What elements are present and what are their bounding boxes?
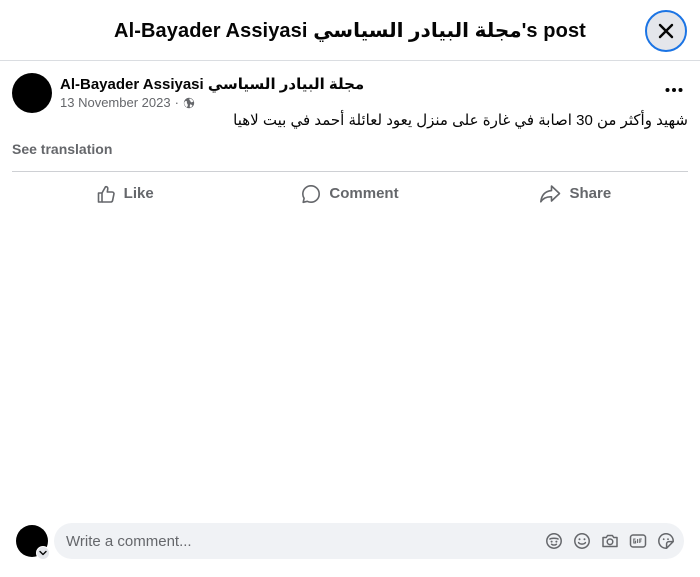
chevron-down-icon	[39, 550, 47, 556]
meta-separator: ·	[174, 95, 179, 110]
more-horizontal-icon	[665, 88, 683, 92]
like-button[interactable]: Like	[12, 172, 237, 213]
post-actions-bar: Like Comment Share	[12, 171, 688, 213]
comment-tools	[544, 531, 676, 551]
emoji-icon	[574, 533, 590, 549]
avatar-sticker-icon	[546, 533, 562, 549]
avatar-sticker-button[interactable]	[544, 531, 564, 551]
photo-button[interactable]	[600, 531, 620, 551]
gif-icon	[629, 534, 647, 548]
gif-button[interactable]	[628, 531, 648, 551]
post-date[interactable]: 13 November 2023	[60, 95, 171, 110]
share-arrow-icon	[540, 184, 561, 203]
comment-bubble-icon	[302, 184, 321, 203]
sticker-icon	[658, 533, 674, 549]
comment-input[interactable]	[66, 523, 526, 559]
more-options-button[interactable]	[660, 79, 688, 101]
author-avatar[interactable]	[12, 73, 52, 113]
profile-switcher-button[interactable]	[36, 546, 50, 560]
thumbs-up-icon	[97, 185, 115, 203]
sticker-button[interactable]	[656, 531, 676, 551]
share-button[interactable]: Share	[463, 172, 688, 213]
comment-composer	[16, 523, 684, 560]
camera-icon	[602, 534, 618, 548]
globe-icon	[183, 97, 195, 108]
dialog-title: Al-Bayader Assiyasi مجلة البيادر السياسي…	[114, 20, 586, 42]
close-icon	[658, 23, 674, 39]
dialog-header: Al-Bayader Assiyasi مجلة البيادر السياسي…	[0, 0, 700, 61]
comment-button[interactable]: Comment	[237, 172, 462, 213]
close-button[interactable]	[645, 10, 687, 52]
see-translation-link[interactable]: See translation	[12, 141, 112, 157]
comment-label: Comment	[329, 185, 399, 202]
post-meta: 13 November 2023 ·	[60, 95, 195, 110]
author-name[interactable]: Al-Bayader Assiyasi مجلة البيادر السياسي	[60, 75, 364, 93]
like-label: Like	[123, 185, 154, 202]
post-header: Al-Bayader Assiyasi مجلة البيادر السياسي…	[12, 73, 688, 113]
post-text: شهيد وأكثر من 30 اصابة في غارة على منزل …	[233, 112, 688, 129]
share-label: Share	[569, 185, 612, 202]
comment-box	[54, 523, 684, 559]
emoji-button[interactable]	[572, 531, 592, 551]
